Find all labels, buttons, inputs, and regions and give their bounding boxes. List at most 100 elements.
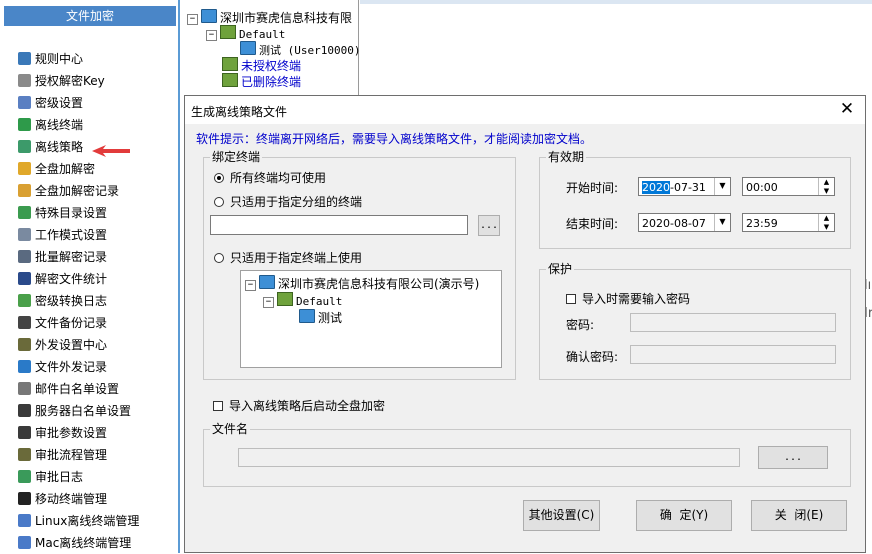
protect-group: 保护 导入时需要输入密码 密码: 确认密码:: [539, 262, 851, 380]
radio-specific-terminal[interactable]: 只适用于指定终端上使用: [214, 249, 362, 266]
bg-tree-terminal[interactable]: 测试 (User10000): [240, 41, 360, 58]
nav-item[interactable]: 特殊目录设置: [18, 202, 139, 224]
radio-dot[interactable]: [214, 197, 224, 207]
offline-policy-dialog: 生成离线策略文件 ✕ 软件提示：终端离开网络后，需要导入离线策略文件，才能阅读加…: [184, 95, 866, 553]
chevron-down-icon[interactable]: ▼: [714, 214, 730, 231]
inner-tree-root[interactable]: − 深圳市赛虎信息科技有限公司(演示号): [245, 275, 479, 292]
nav-header[interactable]: 文件加密: [4, 6, 176, 26]
approval-flow-icon: [18, 448, 31, 461]
nav-item[interactable]: 密级设置: [18, 92, 139, 114]
bg-tree-deleted[interactable]: 已删除终端: [222, 73, 301, 90]
nav-item-label: 解密文件统计: [35, 272, 108, 286]
nav-item[interactable]: 工作模式设置: [18, 224, 139, 246]
confirm-password-field[interactable]: [630, 345, 836, 364]
full-disk-encrypt-checkbox[interactable]: 导入离线策略后启动全盘加密: [213, 397, 385, 414]
spin-buttons[interactable]: ▲ ▼: [818, 178, 834, 195]
inner-tree-terminal[interactable]: 测试: [299, 309, 342, 326]
spin-up-icon[interactable]: ▲: [819, 214, 834, 223]
spin-down-icon[interactable]: ▼: [819, 187, 834, 196]
chevron-down-icon[interactable]: ▼: [714, 178, 730, 195]
nav-item[interactable]: 外发设置中心: [18, 334, 139, 356]
radio-group-terminals[interactable]: 只适用于指定分组的终端: [214, 193, 362, 210]
nav-item[interactable]: 全盘加解密: [18, 158, 139, 180]
dialog-titlebar[interactable]: 生成离线策略文件 ✕: [185, 96, 865, 124]
collapse-icon[interactable]: −: [206, 30, 217, 41]
terminal-tree[interactable]: − 深圳市赛虎信息科技有限公司(演示号) − Default 测试: [240, 270, 502, 368]
computer-icon: [240, 41, 256, 55]
spin-down-icon[interactable]: ▼: [819, 223, 834, 232]
radio-dot[interactable]: [214, 253, 224, 263]
software-hint: 软件提示：终端离开网络后，需要导入离线策略文件，才能阅读加密文档。: [196, 132, 593, 146]
group-browse-button[interactable]: ...: [478, 215, 500, 236]
checkbox-box[interactable]: [566, 294, 576, 304]
bg-tree-root[interactable]: − 深圳市赛虎信息科技有限: [187, 9, 352, 26]
nav-item[interactable]: 全盘加解密记录: [18, 180, 139, 202]
filename-field[interactable]: [238, 448, 740, 467]
bar-chart-icon: [18, 272, 31, 285]
filename-browse-button[interactable]: ...: [758, 446, 828, 469]
require-password-checkbox[interactable]: 导入时需要输入密码: [566, 290, 690, 307]
nav-item-label: Mac离线终端管理: [35, 536, 132, 550]
other-settings-button[interactable]: 其他设置(C): [523, 500, 600, 531]
nav-item[interactable]: 审批参数设置: [18, 422, 139, 444]
nav-item[interactable]: 服务器白名单设置: [18, 400, 139, 422]
group-icon: [277, 292, 293, 306]
collapse-icon[interactable]: −: [245, 280, 256, 291]
nav-item[interactable]: 邮件白名单设置: [18, 378, 139, 400]
nav-list: 规则中心 授权解密Key 密级设置 离线终端 离线策略 全盘加解密 全盘加解密记录 特殊目录设…: [18, 48, 139, 554]
ok-button[interactable]: 确 定(Y): [636, 500, 732, 531]
nav-item-label: 服务器白名单设置: [35, 404, 132, 418]
end-time-label: 结束时间:: [566, 217, 619, 231]
server-whitelist-icon: [18, 404, 31, 417]
spin-buttons[interactable]: ▲ ▼: [818, 214, 834, 231]
spin-up-icon[interactable]: ▲: [819, 178, 834, 187]
radio-terminal-label: 只适用于指定终端上使用: [230, 251, 363, 265]
mobile-terminal-icon: [18, 492, 31, 505]
nav-item-label: 审批参数设置: [35, 426, 108, 440]
top-strip: [360, 0, 872, 4]
collapse-icon[interactable]: −: [187, 14, 198, 25]
inner-tree-group[interactable]: − Default: [263, 292, 342, 308]
collapse-icon[interactable]: −: [263, 297, 274, 308]
nav-item[interactable]: 离线终端: [18, 114, 139, 136]
nav-item[interactable]: 审批流程管理: [18, 444, 139, 466]
special-folder-icon: [18, 206, 31, 219]
nav-item[interactable]: 文件备份记录: [18, 312, 139, 334]
nav-item[interactable]: 解密文件统计: [18, 268, 139, 290]
nav-item[interactable]: 批量解密记录: [18, 246, 139, 268]
validity-group: 有效期 开始时间: 2020-07-31 ▼ 00:00 ▲ ▼ 结束时间: 20…: [539, 150, 851, 249]
approval-log-icon: [18, 470, 31, 483]
start-time-spinner[interactable]: 00:00 ▲ ▼: [742, 177, 835, 196]
computer-icon: [299, 309, 315, 323]
nav-item-label: 移动终端管理: [35, 492, 108, 506]
nav-item[interactable]: 规则中心: [18, 48, 139, 70]
nav-item[interactable]: 移动终端管理: [18, 488, 139, 510]
radio-dot[interactable]: [214, 173, 224, 183]
nav-item[interactable]: Mac离线终端管理: [18, 532, 139, 554]
checkbox-box[interactable]: [213, 401, 223, 411]
bg-tree-group[interactable]: − Default: [206, 25, 285, 41]
nav-item-label: 授权解密Key: [35, 74, 105, 88]
require-password-label: 导入时需要输入密码: [582, 292, 691, 306]
inner-tree-root-label: 深圳市赛虎信息科技有限公司(演示号): [278, 277, 480, 291]
group-select-field[interactable]: [210, 215, 468, 235]
bg-tree-unauthorized[interactable]: 未授权终端: [222, 57, 301, 74]
close-icon[interactable]: ✕: [837, 99, 857, 119]
nav-item[interactable]: 密级转换日志: [18, 290, 139, 312]
nav-item[interactable]: 文件外发记录: [18, 356, 139, 378]
start-date-picker[interactable]: 2020-07-31 ▼: [638, 177, 731, 196]
nav-item[interactable]: 审批日志: [18, 466, 139, 488]
bind-terminal-group: 绑定终端 所有终端均可使用 只适用于指定分组的终端 ... 只适用于指定终端上使…: [203, 150, 516, 380]
close-button[interactable]: 关 闭(E): [751, 500, 847, 531]
nav-item-label: 文件备份记录: [35, 316, 108, 330]
nav-item[interactable]: Linux离线终端管理: [18, 510, 139, 532]
batch-decrypt-icon: [18, 250, 31, 263]
password-field[interactable]: [630, 313, 836, 332]
end-date-picker[interactable]: 2020-08-07 ▼: [638, 213, 731, 232]
protect-label: 保护: [546, 262, 575, 276]
left-nav-panel: 文件加密 规则中心 授权解密Key 密级设置 离线终端 离线策略 全盘加解密 全盘加解密记录…: [0, 0, 180, 553]
end-time-spinner[interactable]: 23:59 ▲ ▼: [742, 213, 835, 232]
nav-item[interactable]: 授权解密Key: [18, 70, 139, 92]
inner-tree-group-label: Default: [296, 295, 343, 308]
radio-all-terminals[interactable]: 所有终端均可使用: [214, 169, 326, 186]
